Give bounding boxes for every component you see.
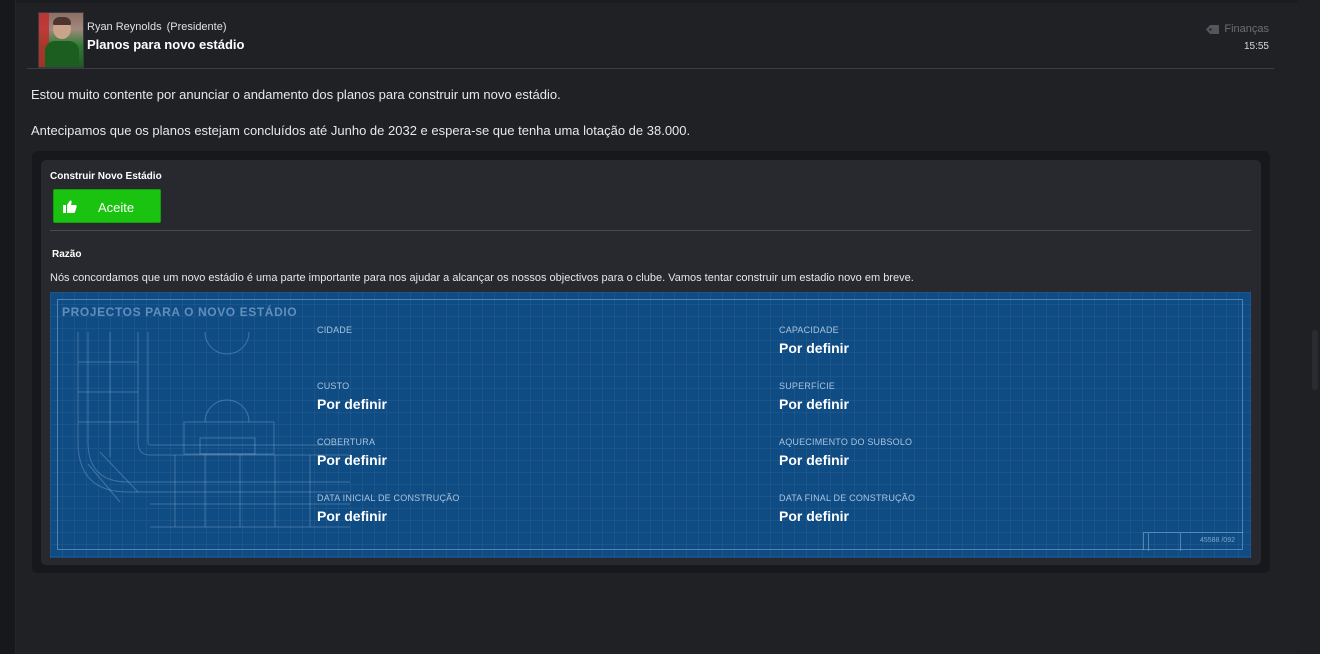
field-label-city: CIDADE bbox=[317, 325, 353, 335]
sender-line: Ryan Reynolds (Presidente) bbox=[87, 21, 227, 33]
message-time: 15:55 bbox=[1243, 41, 1269, 52]
field-label-surface: SUPERFÍCIE bbox=[779, 381, 836, 391]
blueprint-stamp: 45588 /092 bbox=[1143, 532, 1243, 551]
accept-button-label: Aceite bbox=[98, 200, 135, 215]
message-paragraph-2: Antecipamos que os planos estejam conclu… bbox=[31, 123, 691, 138]
message-subject: Planos para novo estádio bbox=[87, 37, 245, 52]
thumbs-up-icon bbox=[63, 200, 77, 213]
decision-card-inner: Construir Novo Estádio Aceite Razão Nós … bbox=[41, 160, 1261, 565]
message-category: Finanças bbox=[1206, 23, 1269, 35]
message-paragraph-1: Estou muito contente por anunciar o anda… bbox=[31, 87, 561, 102]
field-label-start-date: DATA INICIAL DE CONSTRUÇÃO bbox=[317, 493, 460, 503]
field-label-end-date: DATA FINAL DE CONSTRUÇÃO bbox=[779, 493, 916, 503]
decision-card: Construir Novo Estádio Aceite Razão Nós … bbox=[32, 151, 1270, 573]
right-edge bbox=[1298, 0, 1320, 654]
accept-button[interactable]: Aceite bbox=[53, 189, 161, 223]
field-label-undersoil-heating: AQUECIMENTO DO SUBSOLO bbox=[779, 437, 913, 447]
category-label: Finanças bbox=[1224, 23, 1269, 35]
field-value-surface: Por definir bbox=[779, 396, 850, 412]
tag-icon bbox=[1206, 24, 1220, 34]
stamp-code: 45588 /092 bbox=[1199, 537, 1235, 544]
sender-avatar[interactable] bbox=[38, 12, 84, 68]
left-edge bbox=[0, 0, 16, 654]
field-label-capacity: CAPACIDADE bbox=[779, 325, 839, 335]
field-value-capacity: Por definir bbox=[779, 340, 850, 356]
blueprint-frame bbox=[57, 299, 1243, 550]
reason-title: Razão bbox=[52, 249, 82, 260]
field-value-undersoil-heating: Por definir bbox=[779, 452, 850, 468]
field-value-start-date: Por definir bbox=[317, 508, 388, 524]
message-panel: Ryan Reynolds (Presidente) Planos para no… bbox=[16, 3, 1298, 654]
decision-title: Construir Novo Estádio bbox=[50, 171, 162, 182]
header-divider bbox=[27, 68, 1274, 69]
field-value-roof: Por definir bbox=[317, 452, 388, 468]
sender-name[interactable]: Ryan Reynolds bbox=[87, 21, 162, 33]
scrollbar-thumb[interactable] bbox=[1312, 330, 1318, 390]
field-value-cost: Por definir bbox=[317, 396, 388, 412]
sender-role: (Presidente) bbox=[166, 21, 227, 33]
reason-text: Nós concordamos que um novo estádio é um… bbox=[50, 272, 914, 284]
stadium-blueprint: PROJECTOS PARA O NOVO ESTÁDIO CIDADE CAP… bbox=[50, 292, 1251, 558]
field-label-roof: COBERTURA bbox=[317, 437, 376, 447]
card-divider bbox=[50, 230, 1251, 231]
blueprint-title: PROJECTOS PARA O NOVO ESTÁDIO bbox=[62, 305, 298, 319]
field-value-end-date: Por definir bbox=[779, 508, 850, 524]
field-label-cost: CUSTO bbox=[317, 381, 350, 391]
